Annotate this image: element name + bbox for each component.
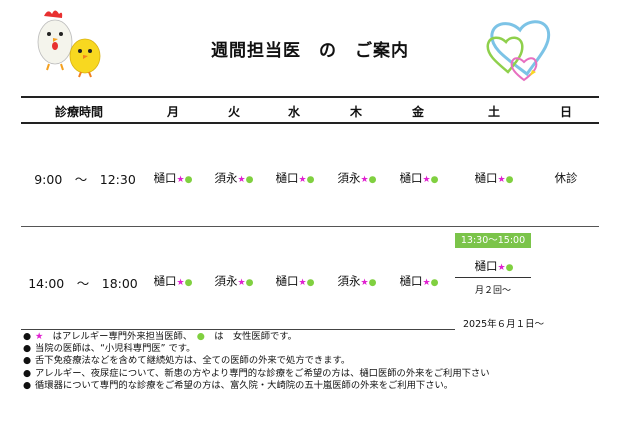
- morning-mon-doctor: 樋口★●: [148, 170, 198, 186]
- star-icon: ★: [360, 175, 369, 185]
- circle-icon: ●: [505, 175, 514, 185]
- afternoon-wed-doctor: 樋口★●: [270, 273, 320, 289]
- doctor-name: 樋口: [399, 171, 423, 185]
- morning-fri-doctor: 樋口★●: [394, 170, 444, 186]
- circle-icon: ●: [306, 175, 315, 185]
- note-text: アレルギー、夜尿症について、新患の方やより専門的な診療をご希望の方は、樋口医師の…: [35, 367, 490, 379]
- doctor-name: 樋口: [275, 274, 299, 288]
- afternoon-tue-doctor: 須永★●: [209, 273, 259, 289]
- saturday-pm-hours-badge: 13:30～15:00: [455, 233, 531, 248]
- circle-icon: ●: [196, 331, 205, 342]
- note-item: ● 当院の医師は、“小児科専門医” です。: [23, 343, 603, 355]
- circle-icon: ●: [184, 278, 193, 288]
- circle-icon: ●: [430, 175, 439, 185]
- doctor-name: 須永: [337, 171, 361, 185]
- morning-hours: 9:00 ～ 12:30: [34, 172, 136, 187]
- note-legend: ● ★ はアレルギー専門外来担当医師、 ● は 女性医師です。: [23, 331, 603, 343]
- header-thu: 木: [349, 105, 362, 119]
- circle-icon: ●: [430, 278, 439, 288]
- note-item: ● 舌下免疫療法などを含めて継続処方は、全ての医師の外来で処方できます。: [23, 355, 603, 367]
- header-bottom-rule: [21, 122, 599, 124]
- afternoon-hours: 14:00 ～ 18:00: [28, 276, 138, 291]
- note-text: 循環器について専門的な診療をご希望の方は、富久院・大崎院の五十嵐医師の外来をご利…: [35, 379, 454, 391]
- star-icon: ★: [237, 278, 246, 288]
- circle-icon: ●: [245, 278, 254, 288]
- circle-icon: ●: [368, 175, 377, 185]
- morning-sun-closed: 休診: [554, 171, 578, 185]
- row-divider: [21, 226, 599, 227]
- header-sun: 日: [559, 105, 572, 119]
- doctor-name: 樋口: [153, 171, 177, 185]
- star-icon: ★: [422, 278, 431, 288]
- note-item: ● 循環器について専門的な診療をご希望の方は、富久院・大崎院の五十嵐医師の外来をご…: [23, 380, 603, 392]
- star-icon: ★: [298, 175, 307, 185]
- note-text: はアレルギー専門外来担当医師、: [52, 331, 188, 342]
- star-icon: ★: [497, 175, 506, 185]
- bullet-icon: ●: [23, 379, 32, 391]
- morning-sat-doctor: 樋口★●: [469, 170, 519, 186]
- header-hours: 診療時間: [54, 105, 103, 119]
- saturday-frequency-note: 月２回～: [474, 286, 511, 296]
- doctor-name: 須永: [337, 274, 361, 288]
- morning-tue-doctor: 須永★●: [209, 170, 259, 186]
- star-icon: ★: [237, 175, 246, 185]
- doctor-name: 樋口: [153, 274, 177, 288]
- circle-icon: ●: [184, 175, 193, 185]
- star-icon: ★: [298, 278, 307, 288]
- header-mon: 月: [166, 105, 179, 119]
- star-icon: ★: [176, 175, 185, 185]
- note-text: は 女性医師です。: [214, 331, 297, 342]
- header-wed: 水: [287, 105, 300, 119]
- legend-underline: [21, 329, 455, 330]
- note-text: 当院の医師は、“小児科専門医” です。: [35, 343, 196, 355]
- afternoon-fri-doctor: 樋口★●: [394, 273, 444, 289]
- doctor-name: 須永: [214, 171, 238, 185]
- star-icon: ★: [35, 331, 44, 342]
- notes-list: ● ★ はアレルギー専門外来担当医師、 ● は 女性医師です。 ● 当院の医師は、“…: [23, 331, 603, 392]
- saturday-divider: [455, 277, 531, 278]
- afternoon-thu-doctor: 須永★●: [332, 273, 382, 289]
- circle-icon: ●: [368, 278, 377, 288]
- star-icon: ★: [360, 278, 369, 288]
- circle-icon: ●: [245, 175, 254, 185]
- star-icon: ★: [176, 278, 185, 288]
- circle-icon: ●: [306, 278, 315, 288]
- header-fri: 金: [411, 105, 424, 119]
- effective-date: 2025年６月１日～: [463, 319, 545, 330]
- doctor-name: 樋口: [474, 259, 498, 273]
- table-top-rule: [21, 96, 599, 98]
- note-item: ● アレルギー、夜尿症について、新患の方やより専門的な診療をご希望の方は、樋口医師…: [23, 368, 603, 380]
- bullet-icon: ●: [23, 343, 32, 355]
- header-tue: 火: [227, 105, 240, 119]
- page-title: 週間担当医 の ご案内: [211, 41, 409, 61]
- bullet-icon: ●: [23, 355, 32, 367]
- bullet-icon: ●: [23, 331, 32, 342]
- morning-thu-doctor: 須永★●: [332, 170, 382, 186]
- afternoon-mon-doctor: 樋口★●: [148, 273, 198, 289]
- note-text: 舌下免疫療法などを含めて継続処方は、全ての医師の外来で処方できます。: [35, 355, 351, 367]
- doctor-name: 樋口: [275, 171, 299, 185]
- doctor-name: 樋口: [474, 171, 498, 185]
- star-icon: ★: [497, 263, 506, 273]
- morning-wed-doctor: 樋口★●: [270, 170, 320, 186]
- doctor-name: 須永: [214, 274, 238, 288]
- circle-icon: ●: [505, 263, 514, 273]
- afternoon-sat-doctor: 樋口★●: [469, 258, 519, 274]
- bullet-icon: ●: [23, 367, 32, 379]
- header-sat: 土: [487, 105, 500, 119]
- star-icon: ★: [422, 175, 431, 185]
- doctor-name: 樋口: [399, 274, 423, 288]
